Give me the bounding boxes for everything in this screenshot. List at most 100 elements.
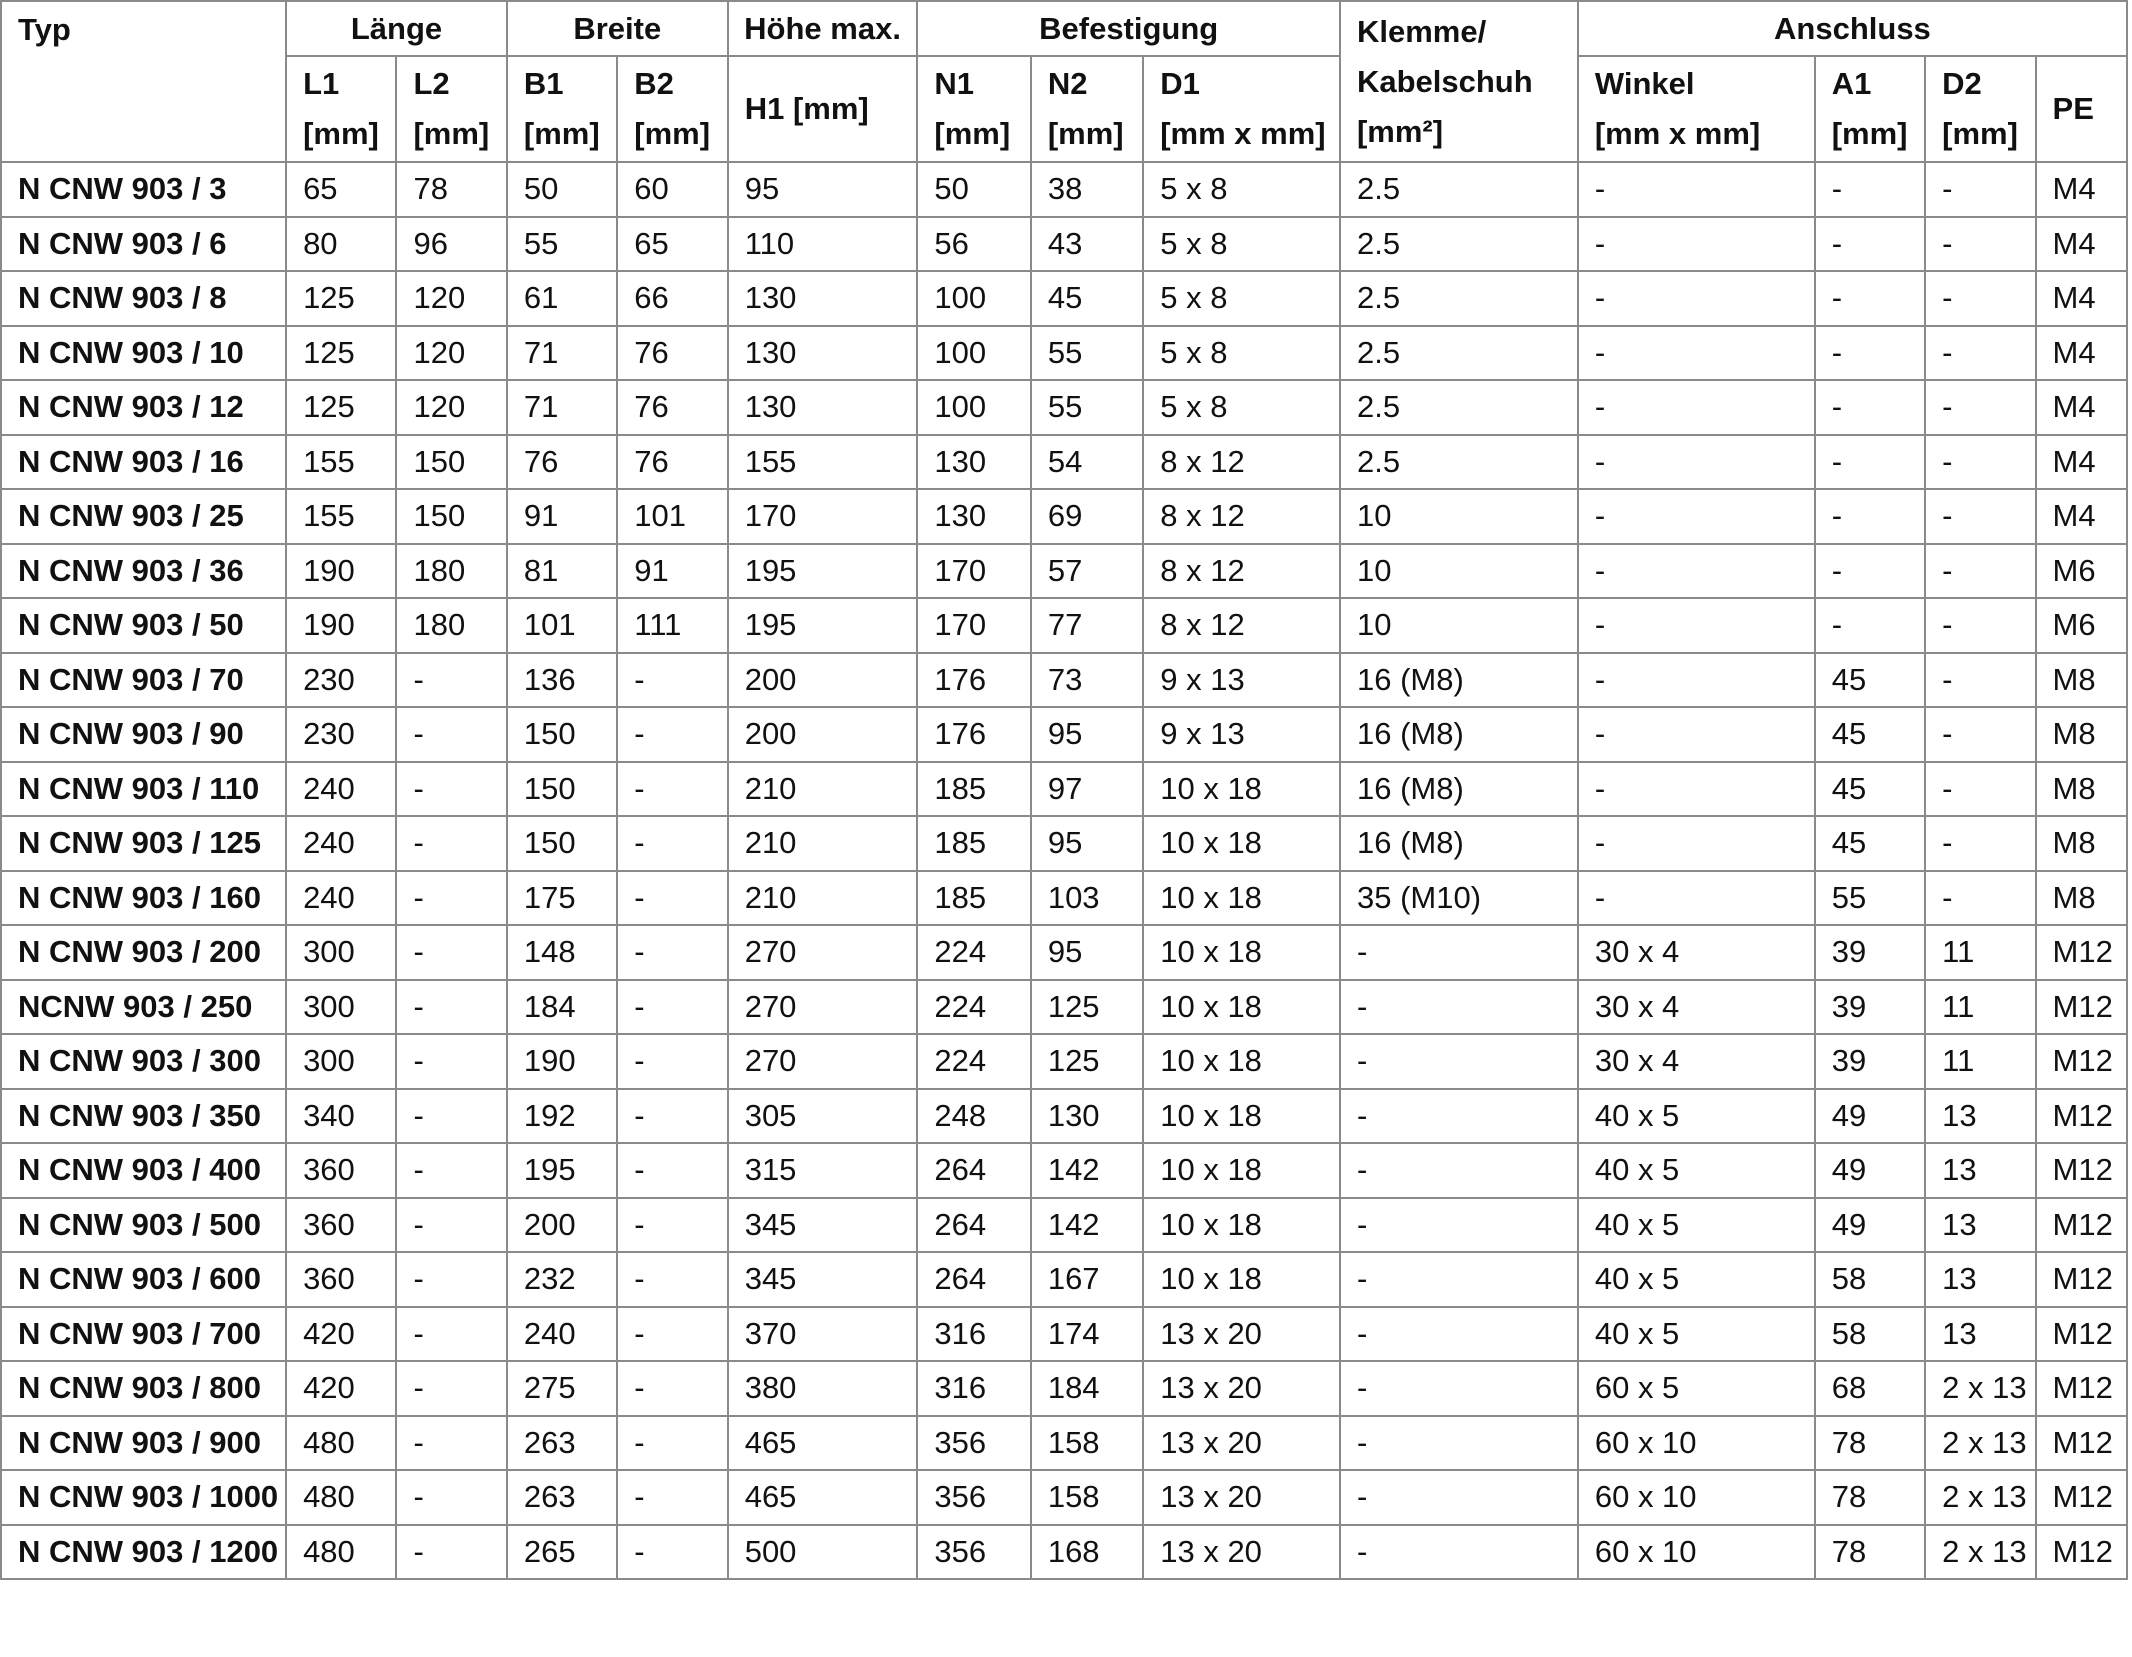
cell-typ: N CNW 903 / 6 <box>0 215 288 272</box>
cell-b1: 263 <box>505 1414 619 1471</box>
header-d1: D1 [mm x mm] <box>1142 55 1341 163</box>
cell-d2: - <box>1924 488 2037 545</box>
cell-b1: 101 <box>505 597 619 654</box>
cell-n1: 264 <box>916 1142 1032 1199</box>
cell-klemme: 35 (M10) <box>1338 869 1579 926</box>
cell-d2: 13 <box>1924 1142 2037 1199</box>
cell-d2: - <box>1924 433 2037 490</box>
cell-d1: 9 x 13 <box>1142 651 1341 708</box>
cell-b2: 65 <box>616 215 729 272</box>
cell-a1: 39 <box>1813 978 1927 1035</box>
cell-n1: 130 <box>916 488 1032 545</box>
cell-a1: - <box>1813 542 1927 599</box>
cell-b2: - <box>616 1360 729 1417</box>
cell-typ: N CNW 903 / 8 <box>0 270 288 327</box>
cell-klemme: 10 <box>1338 542 1579 599</box>
cell-l1: 300 <box>285 924 398 981</box>
table-row: N CNW 903 / 3 65 78 50 60 95 50 38 5 x 8 2.5- - - M4 <box>0 161 2129 218</box>
cell-pe: M12 <box>2034 1523 2129 1580</box>
cell-d1: 5 x 8 <box>1142 270 1341 327</box>
cell-h1: 315 <box>726 1142 919 1199</box>
header-n1: N1 [mm] <box>916 55 1032 163</box>
cell-n1: 130 <box>916 433 1032 490</box>
table-row: N CNW 903 / 1000 480-263-465 356 158 13 x 20… <box>0 1469 2129 1526</box>
header-b2: B2 [mm] <box>616 55 729 163</box>
cell-d2: 13 <box>1924 1305 2037 1362</box>
table-row: N CNW 903 / 900 480-263-465 356 158 13 x 20-… <box>0 1414 2129 1471</box>
cell-n1: 264 <box>916 1251 1032 1308</box>
cell-l2: - <box>395 760 508 817</box>
header-hoehe: Höhe max. <box>726 0 919 57</box>
cell-l1: 420 <box>285 1305 398 1362</box>
cell-d1: 5 x 8 <box>1142 215 1341 272</box>
cell-l1: 125 <box>285 379 398 436</box>
cell-n2: 142 <box>1029 1196 1145 1253</box>
cell-d1: 10 x 18 <box>1142 760 1341 817</box>
cell-pe: M12 <box>2034 924 2129 981</box>
cell-d1: 8 x 12 <box>1142 433 1341 490</box>
cell-h1: 130 <box>726 379 919 436</box>
cell-l1: 480 <box>285 1523 398 1580</box>
cell-d1: 13 x 20 <box>1142 1360 1341 1417</box>
cell-n2: 55 <box>1029 379 1145 436</box>
cell-l2: - <box>395 1033 508 1090</box>
cell-n2: 125 <box>1029 1033 1145 1090</box>
cell-pe: M12 <box>2034 1305 2129 1362</box>
cell-klemme: - <box>1338 1087 1579 1144</box>
cell-l2: - <box>395 1142 508 1199</box>
cell-winkel: 40 x 5 <box>1576 1305 1816 1362</box>
header-anschluss: Anschluss <box>1576 0 2129 57</box>
cell-l1: 155 <box>285 488 398 545</box>
cell-l1: 340 <box>285 1087 398 1144</box>
cell-typ: N CNW 903 / 125 <box>0 815 288 872</box>
cell-pe: M12 <box>2034 1469 2129 1526</box>
cell-n2: 103 <box>1029 869 1145 926</box>
cell-klemme: - <box>1338 924 1579 981</box>
cell-n2: 69 <box>1029 488 1145 545</box>
cell-n2: 130 <box>1029 1087 1145 1144</box>
cell-typ: N CNW 903 / 70 <box>0 651 288 708</box>
cell-typ: N CNW 903 / 12 <box>0 379 288 436</box>
cell-l1: 480 <box>285 1414 398 1471</box>
cell-klemme: - <box>1338 1360 1579 1417</box>
cell-winkel: - <box>1576 542 1816 599</box>
cell-winkel: 60 x 10 <box>1576 1414 1816 1471</box>
cell-klemme: 16 (M8) <box>1338 651 1579 708</box>
cell-pe: M12 <box>2034 1033 2129 1090</box>
cell-winkel: 40 x 5 <box>1576 1196 1816 1253</box>
cell-klemme: - <box>1338 1305 1579 1362</box>
cell-l2: 96 <box>395 215 508 272</box>
cell-pe: M12 <box>2034 1142 2129 1199</box>
cell-b1: 50 <box>505 161 619 218</box>
table-row: NCNW 903 / 250 300-184-270 224 125 10 x 18-3… <box>0 978 2129 1035</box>
cell-b2: - <box>616 869 729 926</box>
cell-h1: 200 <box>726 651 919 708</box>
cell-d1: 10 x 18 <box>1142 1251 1341 1308</box>
table-header: Typ Länge Breite Höhe max. Befestigung K… <box>0 0 2129 163</box>
table-body: N CNW 903 / 3 65 78 50 60 95 50 38 5 x 8 2.5- - - M4… <box>0 161 2129 1580</box>
table-row: N CNW 903 / 800 420-275-380 316 184 13 x 20-… <box>0 1360 2129 1417</box>
cell-a1: 45 <box>1813 815 1927 872</box>
header-klemme: Klemme/ Kabelschuh [mm²] <box>1338 0 1579 163</box>
cell-d2: 13 <box>1924 1087 2037 1144</box>
cell-winkel: 30 x 4 <box>1576 1033 1816 1090</box>
cell-n2: 158 <box>1029 1469 1145 1526</box>
cell-l1: 80 <box>285 215 398 272</box>
header-klemme-line3: [mm²] <box>1356 113 1444 149</box>
cell-pe: M6 <box>2034 542 2129 599</box>
cell-a1: 58 <box>1813 1251 1927 1308</box>
header-klemme-line2: Kabelschuh <box>1356 63 1533 99</box>
cell-h1: 210 <box>726 815 919 872</box>
cell-a1: - <box>1813 215 1927 272</box>
cell-l1: 155 <box>285 433 398 490</box>
cell-b1: 184 <box>505 978 619 1035</box>
cell-winkel: 40 x 5 <box>1576 1087 1816 1144</box>
header-group-row: Typ Länge Breite Höhe max. Befestigung K… <box>0 0 2129 163</box>
cell-typ: N CNW 903 / 25 <box>0 488 288 545</box>
cell-l1: 240 <box>285 815 398 872</box>
cell-l2: - <box>395 651 508 708</box>
cell-d1: 10 x 18 <box>1142 1196 1341 1253</box>
cell-pe: M4 <box>2034 270 2129 327</box>
cell-d2: - <box>1924 760 2037 817</box>
cell-n1: 316 <box>916 1305 1032 1362</box>
